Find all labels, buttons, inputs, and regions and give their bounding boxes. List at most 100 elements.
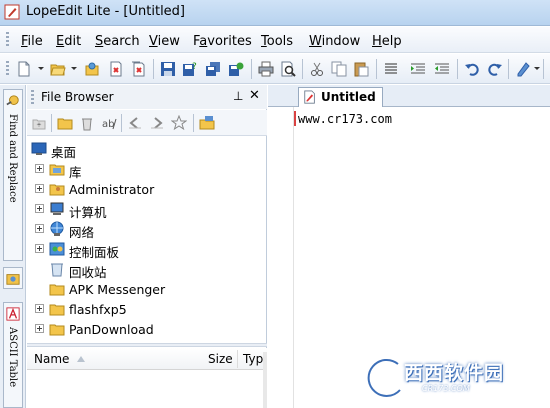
- save-as-icon[interactable]: ?: [182, 61, 198, 77]
- control-panel-icon: [49, 242, 65, 256]
- print-icon[interactable]: [258, 61, 274, 77]
- toolbar-separator: [51, 114, 52, 132]
- menu-tools[interactable]: Tools: [261, 34, 293, 49]
- expand-toggle-icon[interactable]: [35, 184, 44, 193]
- tree-item-flashfxp5[interactable]: flashfxp5: [27, 299, 267, 319]
- cut-icon[interactable]: [309, 61, 325, 77]
- folder-tree: 桌面 库 Administrator 计算机 网络 控制面板 回收站 APK M…: [27, 137, 267, 343]
- tree-item-control-panel[interactable]: 控制面板: [27, 239, 267, 260]
- toolbar-separator: [193, 114, 194, 132]
- copy-icon[interactable]: [331, 61, 347, 77]
- panel-grip[interactable]: [31, 90, 34, 104]
- expand-toggle-icon[interactable]: [35, 324, 44, 333]
- open-recent-icon[interactable]: [84, 61, 100, 77]
- computer-icon: [50, 202, 64, 215]
- tree-item-desktop[interactable]: 桌面: [27, 139, 267, 160]
- column-type[interactable]: Typ: [243, 352, 263, 366]
- ascii-table-label: ASCII Table: [7, 327, 18, 388]
- new-file-icon[interactable]: [16, 61, 32, 77]
- save-workspace-icon[interactable]: [228, 61, 244, 77]
- expand-toggle-icon[interactable]: [35, 224, 44, 233]
- app-icon: [4, 4, 20, 20]
- tree-item-label: PanDownload: [69, 322, 154, 337]
- expand-toggle-icon[interactable]: [35, 244, 44, 253]
- toolbar-separator: [251, 59, 252, 79]
- back-icon[interactable]: [127, 115, 143, 131]
- expand-toggle-icon[interactable]: [35, 204, 44, 213]
- close-icon[interactable]: ✕: [249, 88, 260, 103]
- open-folder-icon[interactable]: [50, 61, 66, 77]
- watermark-subtext: CR173.COM: [422, 384, 470, 393]
- menu-help[interactable]: Help: [372, 34, 402, 49]
- line-gutter: [268, 107, 294, 408]
- open-dropdown-icon[interactable]: [71, 67, 77, 70]
- menu-window[interactable]: Window: [309, 34, 360, 49]
- tree-item-recycle-bin[interactable]: 回收站: [27, 259, 267, 280]
- current-line-marker: [294, 111, 296, 126]
- clip-tab[interactable]: [3, 267, 23, 289]
- paste-icon[interactable]: [353, 61, 369, 77]
- library-icon: [49, 164, 65, 176]
- browse-folder-icon[interactable]: [199, 115, 215, 131]
- code-line[interactable]: www.cr173.com: [298, 112, 392, 126]
- highlight-pen-icon[interactable]: [515, 61, 531, 77]
- new-file-dropdown-icon[interactable]: [38, 67, 44, 70]
- highlight-dropdown-icon[interactable]: [534, 67, 540, 70]
- tree-item-library[interactable]: 库: [27, 159, 267, 180]
- sort-arrow-icon: [77, 356, 85, 362]
- save-all-icon[interactable]: [205, 61, 221, 77]
- toolbar-separator: [153, 59, 154, 79]
- delete-icon[interactable]: [79, 115, 95, 131]
- close-file-icon[interactable]: [108, 61, 124, 77]
- tree-item-network[interactable]: 网络: [27, 219, 267, 240]
- ascii-table-tab[interactable]: ASCII Table: [3, 302, 23, 408]
- menu-view[interactable]: View: [149, 34, 180, 49]
- toolbar-separator: [508, 59, 509, 79]
- menu-edit[interactable]: Edit: [56, 34, 81, 49]
- tab-untitled[interactable]: Untitled: [298, 87, 383, 107]
- undo-icon[interactable]: [464, 61, 480, 77]
- column-divider[interactable]: [237, 350, 238, 368]
- tree-item-apk-messenger[interactable]: APK Messenger: [27, 279, 267, 299]
- find-replace-tab[interactable]: Find and Replace: [3, 89, 23, 261]
- print-preview-icon[interactable]: [280, 61, 296, 77]
- toolbar-grip[interactable]: [6, 61, 9, 77]
- watermark-text: 西西软件园: [404, 362, 505, 384]
- column-size[interactable]: Size: [208, 352, 233, 366]
- rename-icon[interactable]: ab: [101, 115, 117, 131]
- main-toolbar: ?: [0, 54, 550, 84]
- menu-favorites[interactable]: Favorites: [193, 34, 252, 49]
- tab-label: Untitled: [321, 90, 376, 104]
- panel-splitter[interactable]: [27, 343, 267, 347]
- menu-grip[interactable]: [6, 32, 9, 48]
- new-folder-icon[interactable]: [57, 115, 73, 131]
- menu-bar: File Edit Search View Favorites Tools Wi…: [0, 27, 550, 53]
- favorites-star-icon[interactable]: [171, 115, 187, 131]
- clip-icon: [6, 274, 20, 285]
- format-lines-icon[interactable]: [383, 61, 399, 77]
- menu-file[interactable]: File: [21, 34, 43, 49]
- outdent-icon[interactable]: [434, 61, 450, 77]
- title-bar: LopeEdit Lite - [Untitled]: [0, 0, 550, 26]
- file-browser-toolbar: ab: [27, 110, 267, 136]
- network-icon: [50, 221, 64, 236]
- tree-item-administrator[interactable]: Administrator: [27, 179, 267, 199]
- tree-item-computer[interactable]: 计算机: [27, 199, 267, 220]
- find-replace-label: Find and Replace: [7, 114, 18, 203]
- save-icon[interactable]: [160, 61, 176, 77]
- watermark-logo-icon: [365, 356, 403, 400]
- indent-icon[interactable]: [410, 61, 426, 77]
- column-name[interactable]: Name: [34, 352, 69, 366]
- recycle-bin-icon: [51, 263, 63, 277]
- redo-icon[interactable]: [487, 61, 503, 77]
- pin-icon[interactable]: ⊥: [233, 89, 243, 103]
- menu-search[interactable]: Search: [95, 34, 140, 49]
- up-folder-icon[interactable]: [31, 115, 47, 131]
- file-list-header: Name Size Typ: [27, 348, 267, 370]
- close-all-icon[interactable]: [130, 61, 146, 77]
- tree-item-pandownload[interactable]: PanDownload: [27, 319, 267, 339]
- expand-toggle-icon[interactable]: [35, 164, 44, 173]
- forward-icon[interactable]: [149, 115, 165, 131]
- expand-toggle-icon[interactable]: [35, 304, 44, 313]
- file-list-scrollbar[interactable]: [263, 352, 267, 408]
